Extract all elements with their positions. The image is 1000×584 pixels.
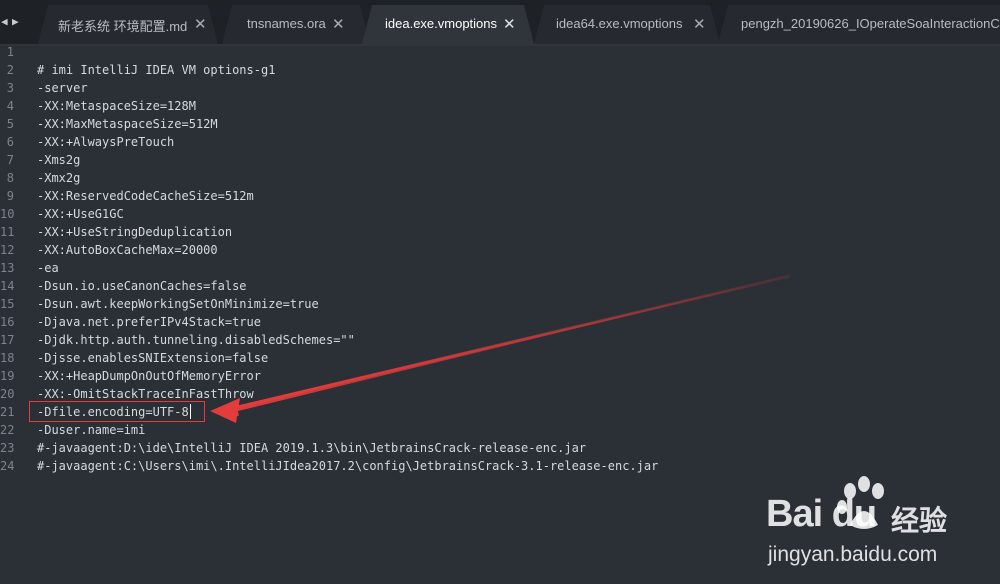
code-line: 8 -Xmx2g bbox=[0, 169, 1000, 187]
tab-label: idea.exe.vmoptions bbox=[385, 16, 498, 31]
line-text: -ea bbox=[37, 261, 59, 275]
line-number: 15 bbox=[0, 297, 15, 311]
line-number: 23 bbox=[0, 441, 15, 455]
line-text: -Xmx2g bbox=[37, 171, 81, 185]
line-number: 8 bbox=[6, 171, 14, 185]
line-text: -Djava.net.preferIPv4Stack=true bbox=[37, 315, 261, 329]
line-number: 16 bbox=[0, 315, 15, 329]
code-line: 3 -server bbox=[0, 79, 1000, 97]
line-number: 24 bbox=[0, 459, 15, 473]
line-text: -XX:AutoBoxCacheMax=20000 bbox=[37, 243, 218, 257]
code-line: 6 -XX:+AlwaysPreTouch bbox=[0, 133, 1000, 151]
tab-label: idea64.exe.vmoptions bbox=[556, 16, 683, 31]
code-line: 2 # imi IntelliJ IDEA VM options-g1 bbox=[0, 61, 1000, 79]
line-number: 21 bbox=[0, 405, 15, 419]
code-line: 4 -XX:MetaspaceSize=128M bbox=[0, 97, 1000, 115]
close-icon[interactable]: ✕ bbox=[332, 15, 345, 33]
code-line: 7 -Xms2g bbox=[0, 151, 1000, 169]
line-number: 3 bbox=[6, 81, 14, 95]
code-line: 12 -XX:AutoBoxCacheMax=20000 bbox=[0, 241, 1000, 259]
line-text: -XX:MetaspaceSize=128M bbox=[37, 99, 196, 113]
line-text: -Djsse.enablesSNIExtension=false bbox=[37, 351, 269, 365]
watermark-url: jingyan.baidu.com bbox=[768, 543, 938, 566]
line-number: 14 bbox=[0, 279, 15, 293]
line-number: 17 bbox=[0, 333, 15, 347]
tab-idea64-vmoptions[interactable]: idea64.exe.vmoptions ✕ bbox=[534, 5, 720, 44]
line-number: 5 bbox=[6, 117, 14, 131]
watermark-cn: 经验 bbox=[891, 504, 948, 537]
line-number: 19 bbox=[0, 369, 15, 383]
code-line: 14 -Dsun.io.useCanonCaches=false bbox=[0, 277, 1000, 295]
code-line: 10 -XX:+UseG1GC bbox=[0, 205, 1000, 223]
line-number: 7 bbox=[6, 153, 14, 167]
line-number: 11 bbox=[0, 225, 15, 239]
tab-label: tnsnames.ora bbox=[247, 16, 326, 31]
close-icon[interactable]: ✕ bbox=[503, 15, 516, 33]
code-line: 19 -XX:+HeapDumpOnOutOfMemoryError bbox=[0, 367, 1000, 385]
line-text: -XX:+AlwaysPreTouch bbox=[37, 135, 175, 149]
code-line: 18 -Djsse.enablesSNIExtension=false bbox=[0, 349, 1000, 367]
code-line: 17 -Djdk.http.auth.tunneling.disabledSche… bbox=[0, 331, 1000, 349]
line-text: -XX:MaxMetaspaceSize=512M bbox=[37, 117, 218, 131]
close-icon[interactable]: ✕ bbox=[194, 15, 207, 33]
line-text: -XX:+UseG1GC bbox=[37, 207, 124, 221]
tab-pengzh-csv[interactable]: pengzh_20190626_IOperateSoaInteractionCS… bbox=[718, 5, 1000, 44]
code-line: 13 -ea bbox=[0, 259, 1000, 277]
code-line: 1 bbox=[0, 43, 1000, 61]
line-text: -Dsun.io.useCanonCaches=false bbox=[37, 279, 247, 293]
line-text: -XX:+UseStringDeduplication bbox=[37, 225, 233, 239]
line-number: 2 bbox=[6, 63, 14, 77]
code-line: 15 -Dsun.awt.keepWorkingSetOnMinimize=tru… bbox=[0, 295, 1000, 313]
line-text: -Duser.name=imi bbox=[37, 423, 146, 437]
text-cursor bbox=[190, 404, 191, 419]
line-text: -Xms2g bbox=[37, 153, 81, 167]
tab-tnsnames[interactable]: tnsnames.ora ✕ bbox=[222, 5, 370, 44]
line-number: 12 bbox=[0, 243, 15, 257]
line-text: #-javaagent:C:\Users\imi\.IntelliJIdea20… bbox=[37, 459, 659, 473]
code-line: 9 -XX:ReservedCodeCacheSize=512m bbox=[0, 187, 1000, 205]
line-text: # imi IntelliJ IDEA VM options-g1 bbox=[37, 63, 276, 77]
tab-notes-md[interactable]: 新老系统 环境配置.md ✕ bbox=[38, 5, 218, 44]
tab-nav-arrows[interactable]: ◀ ▶ bbox=[0, 12, 26, 34]
annotation-highlight-box bbox=[29, 401, 205, 422]
line-number: 4 bbox=[6, 99, 14, 113]
code-line: 11 -XX:+UseStringDeduplication bbox=[0, 223, 1000, 241]
line-text: -Djdk.http.auth.tunneling.disabledScheme… bbox=[37, 333, 355, 347]
line-number: 6 bbox=[6, 135, 14, 149]
line-number: 10 bbox=[0, 207, 15, 221]
line-text: -XX:ReservedCodeCacheSize=512m bbox=[37, 189, 254, 203]
line-text: -Dsun.awt.keepWorkingSetOnMinimize=true bbox=[37, 297, 319, 311]
line-number: 18 bbox=[0, 351, 15, 365]
line-number: 13 bbox=[0, 261, 15, 275]
line-number: 22 bbox=[0, 423, 15, 437]
line-text: -server bbox=[37, 81, 88, 95]
tab-label: 新老系统 环境配置.md bbox=[58, 19, 188, 34]
tab-idea-vmoptions[interactable]: idea.exe.vmoptions ✕ bbox=[362, 5, 534, 44]
tab-scroll-right-icon[interactable]: ▶ bbox=[12, 15, 19, 28]
code-line: 16 -Djava.net.preferIPv4Stack=true bbox=[0, 313, 1000, 331]
code-line: 24 #-javaagent:C:\Users\imi\.IntelliJIdea… bbox=[0, 457, 1000, 475]
close-icon[interactable]: ✕ bbox=[693, 15, 706, 33]
tab-scroll-left-icon[interactable]: ◀ bbox=[1, 15, 8, 28]
line-number: 9 bbox=[6, 189, 14, 203]
line-text: -XX:+HeapDumpOnOutOfMemoryError bbox=[37, 369, 261, 383]
watermark-brand: Bai du bbox=[766, 493, 877, 535]
code-line: 22 -Duser.name=imi bbox=[0, 421, 1000, 439]
line-text: #-javaagent:D:\ide\IntelliJ IDEA 2019.1.… bbox=[37, 441, 587, 455]
code-line: 23 #-javaagent:D:\ide\IntelliJ IDEA 2019.… bbox=[0, 439, 1000, 457]
code-line: 5 -XX:MaxMetaspaceSize=512M bbox=[0, 115, 1000, 133]
baidu-jingyan-watermark: Bai du 经验 jingyan.baidu.com bbox=[766, 475, 986, 575]
line-number: 20 bbox=[0, 387, 15, 401]
line-number: 1 bbox=[6, 45, 14, 59]
tab-bar: ◀ ▶ 新老系统 环境配置.md ✕ tnsnames.ora ✕ idea.e… bbox=[0, 0, 1000, 46]
tab-label: pengzh_20190626_IOperateSoaInteractionCS… bbox=[741, 16, 1000, 31]
